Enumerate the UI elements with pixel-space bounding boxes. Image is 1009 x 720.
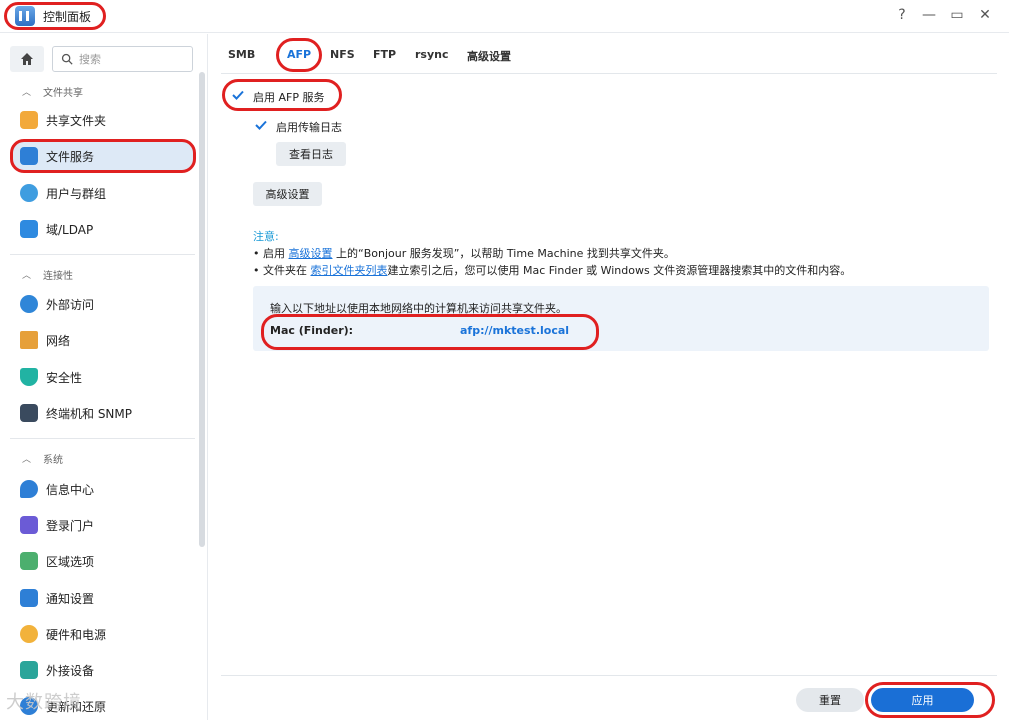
section-connectivity[interactable]: ︿ 连接性 [22,267,73,282]
shield-icon [20,368,38,386]
login-portal-icon [20,516,38,534]
home-icon [21,53,33,65]
sidebar-item-label: 安全性 [46,370,83,385]
tab-rsync[interactable]: rsync [415,48,449,61]
notification-icon [20,589,38,607]
sidebar-item-network[interactable]: 网络 [10,325,196,355]
shared-folder-icon [20,111,38,129]
tab-afp[interactable]: AFP [287,48,311,61]
sidebar-item-external-access[interactable]: 外部访问 [10,289,196,319]
sidebar-scrollbar[interactable] [199,72,205,547]
tab-nfs[interactable]: NFS [330,48,355,61]
tab-ftp[interactable]: FTP [373,48,396,61]
advanced-settings-link[interactable]: 高级设置 [289,247,333,260]
sidebar-item-security[interactable]: 安全性 [10,362,196,392]
home-button[interactable] [10,46,44,72]
section-system[interactable]: ︿ 系统 [22,451,63,466]
note1-prefix: 启用 [263,247,289,260]
app-title-highlight[interactable]: 控制面板 [4,2,106,30]
sidebar-item-label: 通知设置 [46,591,95,606]
network-icon [20,331,38,349]
sidebar-item-terminal-snmp[interactable]: 终端机和 SNMP [10,398,196,428]
sidebar-item-users-groups[interactable]: 用户与群组 [10,178,196,208]
index-folder-list-link[interactable]: 索引文件夹列表 [311,264,388,277]
search-icon [61,53,73,65]
external-access-icon [20,295,38,313]
tab-advanced[interactable]: 高级设置 [467,48,511,64]
terminal-icon [20,404,38,422]
section-file-sharing[interactable]: ︿ 文件共享 [22,84,83,99]
note1-suffix: 上的“Bonjour 服务发现”，以帮助 Time Machine 找到共享文件… [332,247,675,260]
sidebar-item-label: 共享文件夹 [46,113,107,128]
tab-bar: SMB AFP NFS FTP rsync 高级设置 [221,34,997,74]
help-icon[interactable]: ? [893,7,911,23]
sidebar-item-notification[interactable]: 通知设置 [10,583,196,613]
checkmark-icon [255,120,267,130]
window-title: 控制面板 [43,9,92,24]
sidebar: ︿ 文件共享 共享文件夹 文件服务 用户与群组 域/LDAP ︿ 连接性 外部访… [0,34,208,720]
sidebar-item-label: 外接设备 [46,663,95,678]
sidebar-item-login-portal[interactable]: 登录门户 [10,510,196,540]
section-label: 连接性 [43,271,74,282]
external-device-icon [20,661,38,679]
sidebar-item-label: 信息中心 [46,482,95,497]
advanced-settings-button[interactable]: 高级设置 [253,182,322,206]
search-input[interactable] [79,52,179,66]
section-label: 系统 [43,455,64,466]
control-panel-icon [15,6,35,26]
sidebar-item-label: 文件服务 [46,149,95,164]
sidebar-item-file-services[interactable]: 文件服务 [10,139,196,173]
sidebar-item-shared-folder[interactable]: 共享文件夹 [10,105,196,135]
close-icon[interactable]: ✕ [976,7,994,23]
sidebar-item-label: 终端机和 SNMP [46,406,132,421]
sidebar-item-info-center[interactable]: 信息中心 [10,474,196,504]
transfer-log-checkbox[interactable] [254,118,268,132]
chevron-up-icon: ︿ [22,88,32,98]
chevron-up-icon: ︿ [22,271,32,281]
sidebar-item-hardware-power[interactable]: 硬件和电源 [10,619,196,649]
checkmark-icon [232,90,244,100]
sidebar-item-label: 外部访问 [46,297,95,312]
domain-icon [20,220,38,238]
lightbulb-icon [20,625,38,643]
info-icon [20,480,38,498]
sidebar-item-label: 硬件和电源 [46,627,107,642]
sidebar-item-label: 用户与群组 [46,186,107,201]
sidebar-item-label: 域/LDAP [46,222,94,237]
divider [10,438,195,439]
main-panel: SMB AFP NFS FTP rsync 高级设置 启用 AFP 服务 启用传… [209,34,1009,720]
file-services-icon [20,147,38,165]
maximize-icon[interactable]: ▭ [948,7,966,23]
note2-prefix: 文件夹在 [263,264,311,277]
sidebar-item-regional-options[interactable]: 区域选项 [10,546,196,576]
users-icon [20,184,38,202]
transfer-log-label: 启用传输日志 [276,121,342,134]
reset-button[interactable]: 重置 [796,688,864,712]
enable-afp-checkbox[interactable] [231,88,245,102]
footer-divider [221,675,997,676]
section-label: 文件共享 [43,88,84,99]
tab-smb[interactable]: SMB [228,48,255,61]
view-log-button[interactable]: 查看日志 [276,142,346,166]
note2-suffix: 建立索引之后，您可以使用 Mac Finder 或 Windows 文件资源管理… [387,264,852,277]
divider [10,254,195,255]
note-line-2: • 文件夹在 索引文件夹列表建立索引之后，您可以使用 Mac Finder 或 … [253,264,852,277]
sidebar-item-external-devices[interactable]: 外接设备 [10,655,196,685]
apply-button[interactable]: 应用 [871,688,974,712]
regional-icon [20,552,38,570]
enable-afp-label: 启用 AFP 服务 [253,91,325,104]
title-bar: 控制面板 ? — ▭ ✕ [0,0,1009,33]
sidebar-item-label: 登录门户 [46,518,95,533]
search-field[interactable] [52,46,193,72]
address-highlight [261,314,599,350]
note-line-1: • 启用 高级设置 上的“Bonjour 服务发现”，以帮助 Time Mach… [253,247,675,260]
note-title: 注意: [253,230,279,243]
sidebar-item-label: 区域选项 [46,554,95,569]
chevron-up-icon: ︿ [22,455,32,465]
sidebar-item-domain-ldap[interactable]: 域/LDAP [10,214,196,244]
sidebar-item-label: 网络 [46,333,71,348]
minimize-icon[interactable]: — [920,7,938,23]
watermark: 大数跨境 [6,692,82,713]
